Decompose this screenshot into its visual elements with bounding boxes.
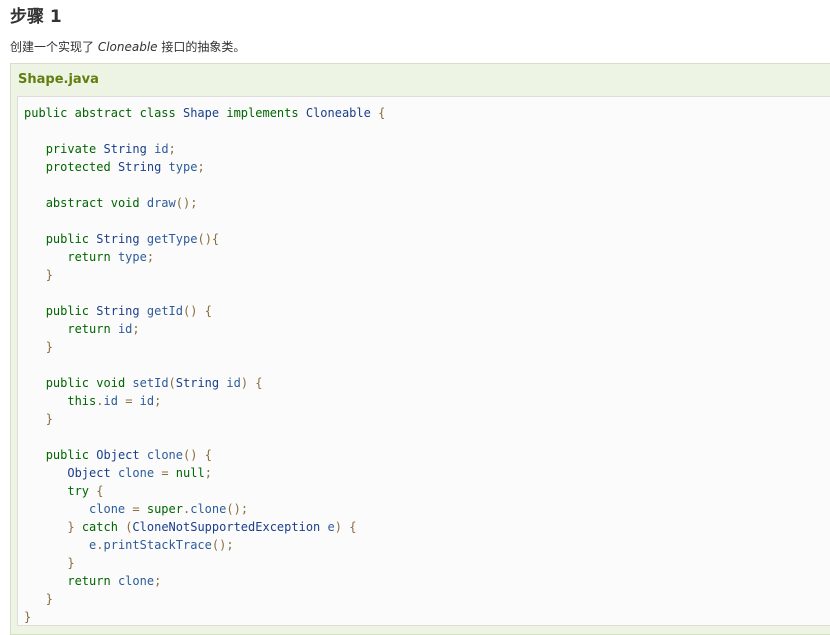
code-line: this.id = id; <box>67 394 162 408</box>
description-emphasis: Cloneable <box>97 40 158 54</box>
code-line: public String getType(){ <box>45 232 220 246</box>
code-line: return id; <box>67 322 140 336</box>
code-line: } <box>67 556 75 570</box>
code-content: public abstract class Shape implements C… <box>24 104 385 626</box>
code-line: } catch (CloneNotSupportedException e) { <box>67 520 357 534</box>
code-line: clone = super.clone(); <box>89 502 249 516</box>
code-line: Object clone = null; <box>67 466 212 480</box>
code-line: } <box>45 592 53 606</box>
description-text-before: 创建一个实现了 <box>10 40 98 54</box>
code-example-title: Shape.java <box>18 72 99 87</box>
code-line: try { <box>67 484 104 498</box>
code-line: public void setId(String id) { <box>45 376 263 390</box>
code-line: return type; <box>67 250 155 264</box>
code-line: public abstract class Shape implements C… <box>24 106 386 120</box>
code-line: e.printStackTrace(); <box>89 538 234 552</box>
code-line: return clone; <box>67 574 162 588</box>
code-block: public abstract class Shape implements C… <box>17 96 830 626</box>
code-line: private String id; <box>45 142 176 156</box>
code-line: } <box>45 268 53 282</box>
code-line: protected String type; <box>45 160 205 174</box>
code-line: } <box>45 412 53 426</box>
code-line: abstract void draw(); <box>45 196 198 210</box>
step-heading: 步骤 1 <box>10 7 62 27</box>
step-description: 创建一个实现了 Cloneable 接口的抽象类。 <box>10 38 245 56</box>
description-text-after: 接口的抽象类。 <box>157 40 246 54</box>
code-line: } <box>24 610 32 624</box>
code-line: } <box>45 340 53 354</box>
code-line: public Object clone() { <box>45 448 212 462</box>
code-example-panel: Shape.java public abstract class Shape i… <box>10 63 830 635</box>
code-line: public String getId() { <box>45 304 212 318</box>
